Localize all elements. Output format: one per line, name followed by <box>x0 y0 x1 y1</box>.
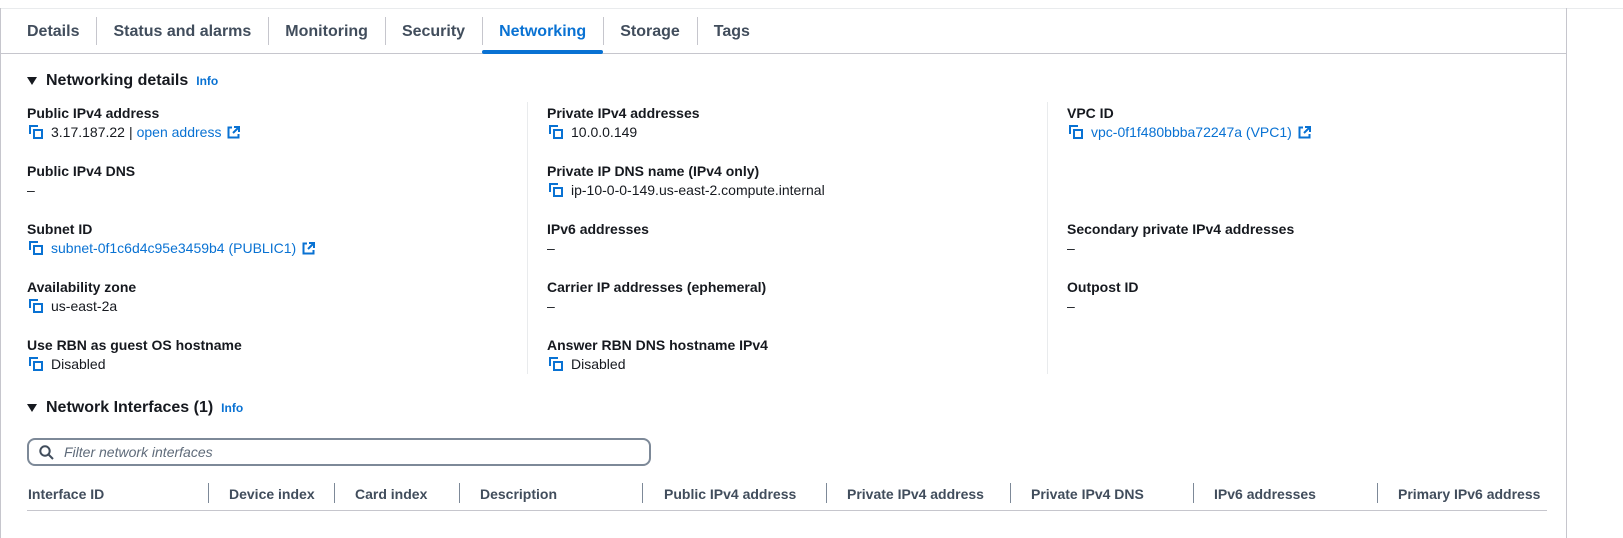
field-label: Answer RBN DNS hostname IPv4 <box>547 337 768 353</box>
carrier-ip-field: Carrier IP addresses (ephemeral) – <box>547 278 1037 315</box>
copy-icon[interactable] <box>29 357 43 371</box>
caret-down-icon[interactable] <box>27 77 37 85</box>
ipv6-value: – <box>547 240 555 256</box>
private-ipv4-value: 10.0.0.149 <box>571 124 638 140</box>
external-link-icon[interactable] <box>227 125 241 139</box>
separator: | <box>128 124 133 140</box>
column-header-interface-id[interactable]: Interface ID <box>28 485 104 503</box>
column-resizer[interactable] <box>826 483 827 503</box>
column-header-public-ipv4[interactable]: Public IPv4 address <box>664 485 796 503</box>
rbn-dns-value: Disabled <box>571 356 626 372</box>
column-header-card-index[interactable]: Card index <box>355 485 427 503</box>
field-label: IPv6 addresses <box>547 221 649 237</box>
column-resizer[interactable] <box>1377 483 1378 503</box>
outpost-id-value: – <box>1067 298 1075 314</box>
column-header-primary-ipv6[interactable]: Primary IPv6 address <box>1398 485 1540 503</box>
copy-icon[interactable] <box>29 125 43 139</box>
filter-network-interfaces[interactable] <box>27 438 651 466</box>
search-icon <box>39 444 54 460</box>
table-header: Interface ID Device index Card index Des… <box>27 480 1547 511</box>
public-ipv4-value: 3.17.187.22 <box>51 124 125 140</box>
column-header-device-index[interactable]: Device index <box>229 485 315 503</box>
tab-networking[interactable]: Networking <box>482 10 604 54</box>
networking-details-header[interactable]: Networking details Info <box>27 72 218 90</box>
column-resizer[interactable] <box>1193 483 1194 503</box>
public-ipv4-field: Public IPv4 address 3.17.187.22 | open a… <box>27 104 517 141</box>
tab-tags[interactable]: Tags <box>696 10 767 53</box>
column-header-private-ipv4-dns[interactable]: Private IPv4 DNS <box>1031 485 1144 503</box>
search-input[interactable] <box>62 443 626 461</box>
ipv6-field: IPv6 addresses – <box>547 220 1037 257</box>
secondary-private-field: Secondary private IPv4 addresses – <box>1067 220 1557 257</box>
copy-icon[interactable] <box>29 241 43 255</box>
info-link[interactable]: Info <box>196 74 218 88</box>
copy-icon[interactable] <box>29 299 43 313</box>
field-label: VPC ID <box>1067 105 1114 121</box>
field-label: Public IPv4 DNS <box>27 163 136 179</box>
subnet-id-field: Subnet ID subnet-0f1c6d4c95e3459b4 (PUBL… <box>27 220 517 257</box>
rbn-hostname-value: Disabled <box>51 356 106 372</box>
section-title: Network Interfaces (1) <box>46 399 214 416</box>
field-label: Private IP DNS name (IPv4 only) <box>547 163 760 179</box>
column-resizer[interactable] <box>208 483 209 503</box>
tab-status-and-alarms[interactable]: Status and alarms <box>96 10 268 53</box>
open-address-link[interactable]: open address <box>137 123 222 141</box>
info-link[interactable]: Info <box>221 401 243 415</box>
public-dns-field: Public IPv4 DNS – <box>27 162 517 199</box>
copy-icon[interactable] <box>549 183 563 197</box>
column-header-private-ipv4[interactable]: Private IPv4 address <box>847 485 984 503</box>
column-divider <box>1047 102 1048 374</box>
availability-zone-field: Availability zone us-east-2a <box>27 278 517 315</box>
column-resizer[interactable] <box>459 483 460 503</box>
copy-icon[interactable] <box>1069 125 1083 139</box>
column-header-description[interactable]: Description <box>480 485 557 503</box>
private-dns-value: ip-10-0-0-149.us-east-2.compute.internal <box>571 182 825 198</box>
field-label: Public IPv4 address <box>27 105 160 121</box>
outpost-id-field: Outpost ID – <box>1067 278 1557 315</box>
field-label: Private IPv4 addresses <box>547 105 700 121</box>
carrier-ip-value: – <box>547 298 555 314</box>
vpc-id-link[interactable]: vpc-0f1f480bbba72247a (VPC1) <box>1091 123 1292 141</box>
field-label: Outpost ID <box>1067 279 1139 295</box>
copy-icon[interactable] <box>549 357 563 371</box>
availability-zone-value: us-east-2a <box>51 298 118 314</box>
column-header-ipv6-addresses[interactable]: IPv6 addresses <box>1214 485 1316 503</box>
private-ipv4-field: Private IPv4 addresses 10.0.0.149 <box>547 104 1037 141</box>
column-resizer[interactable] <box>334 483 335 503</box>
column-resizer[interactable] <box>642 483 643 503</box>
tab-storage[interactable]: Storage <box>603 10 697 53</box>
private-dns-field: Private IP DNS name (IPv4 only) ip-10-0-… <box>547 162 1037 199</box>
external-link-icon[interactable] <box>1298 125 1311 139</box>
vpc-id-field: VPC ID vpc-0f1f480bbba72247a (VPC1) <box>1067 104 1557 141</box>
caret-down-icon[interactable] <box>27 404 37 412</box>
tab-monitoring[interactable]: Monitoring <box>268 10 385 53</box>
field-label: Availability zone <box>27 279 137 295</box>
tab-security[interactable]: Security <box>384 10 482 53</box>
rbn-dns-field: Answer RBN DNS hostname IPv4 Disabled <box>547 336 1037 373</box>
column-divider <box>527 102 528 374</box>
field-label: Secondary private IPv4 addresses <box>1067 221 1295 237</box>
field-label: Subnet ID <box>27 221 93 237</box>
rbn-hostname-field: Use RBN as guest OS hostname Disabled <box>27 336 517 373</box>
network-interfaces-header[interactable]: Network Interfaces (1) Info <box>27 399 243 417</box>
tab-bar: Details Status and alarms Monitoring Sec… <box>0 10 1566 54</box>
subnet-id-link[interactable]: subnet-0f1c6d4c95e3459b4 (PUBLIC1) <box>51 239 296 257</box>
external-link-icon[interactable] <box>302 241 316 255</box>
field-label: Carrier IP addresses (ephemeral) <box>547 279 767 295</box>
column-resizer[interactable] <box>1010 483 1011 503</box>
field-label: Use RBN as guest OS hostname <box>27 337 242 353</box>
public-dns-value: – <box>27 182 35 198</box>
copy-icon[interactable] <box>549 125 563 139</box>
secondary-private-value: – <box>1067 240 1075 256</box>
section-title: Networking details <box>46 72 189 89</box>
tab-details[interactable]: Details <box>10 10 96 53</box>
